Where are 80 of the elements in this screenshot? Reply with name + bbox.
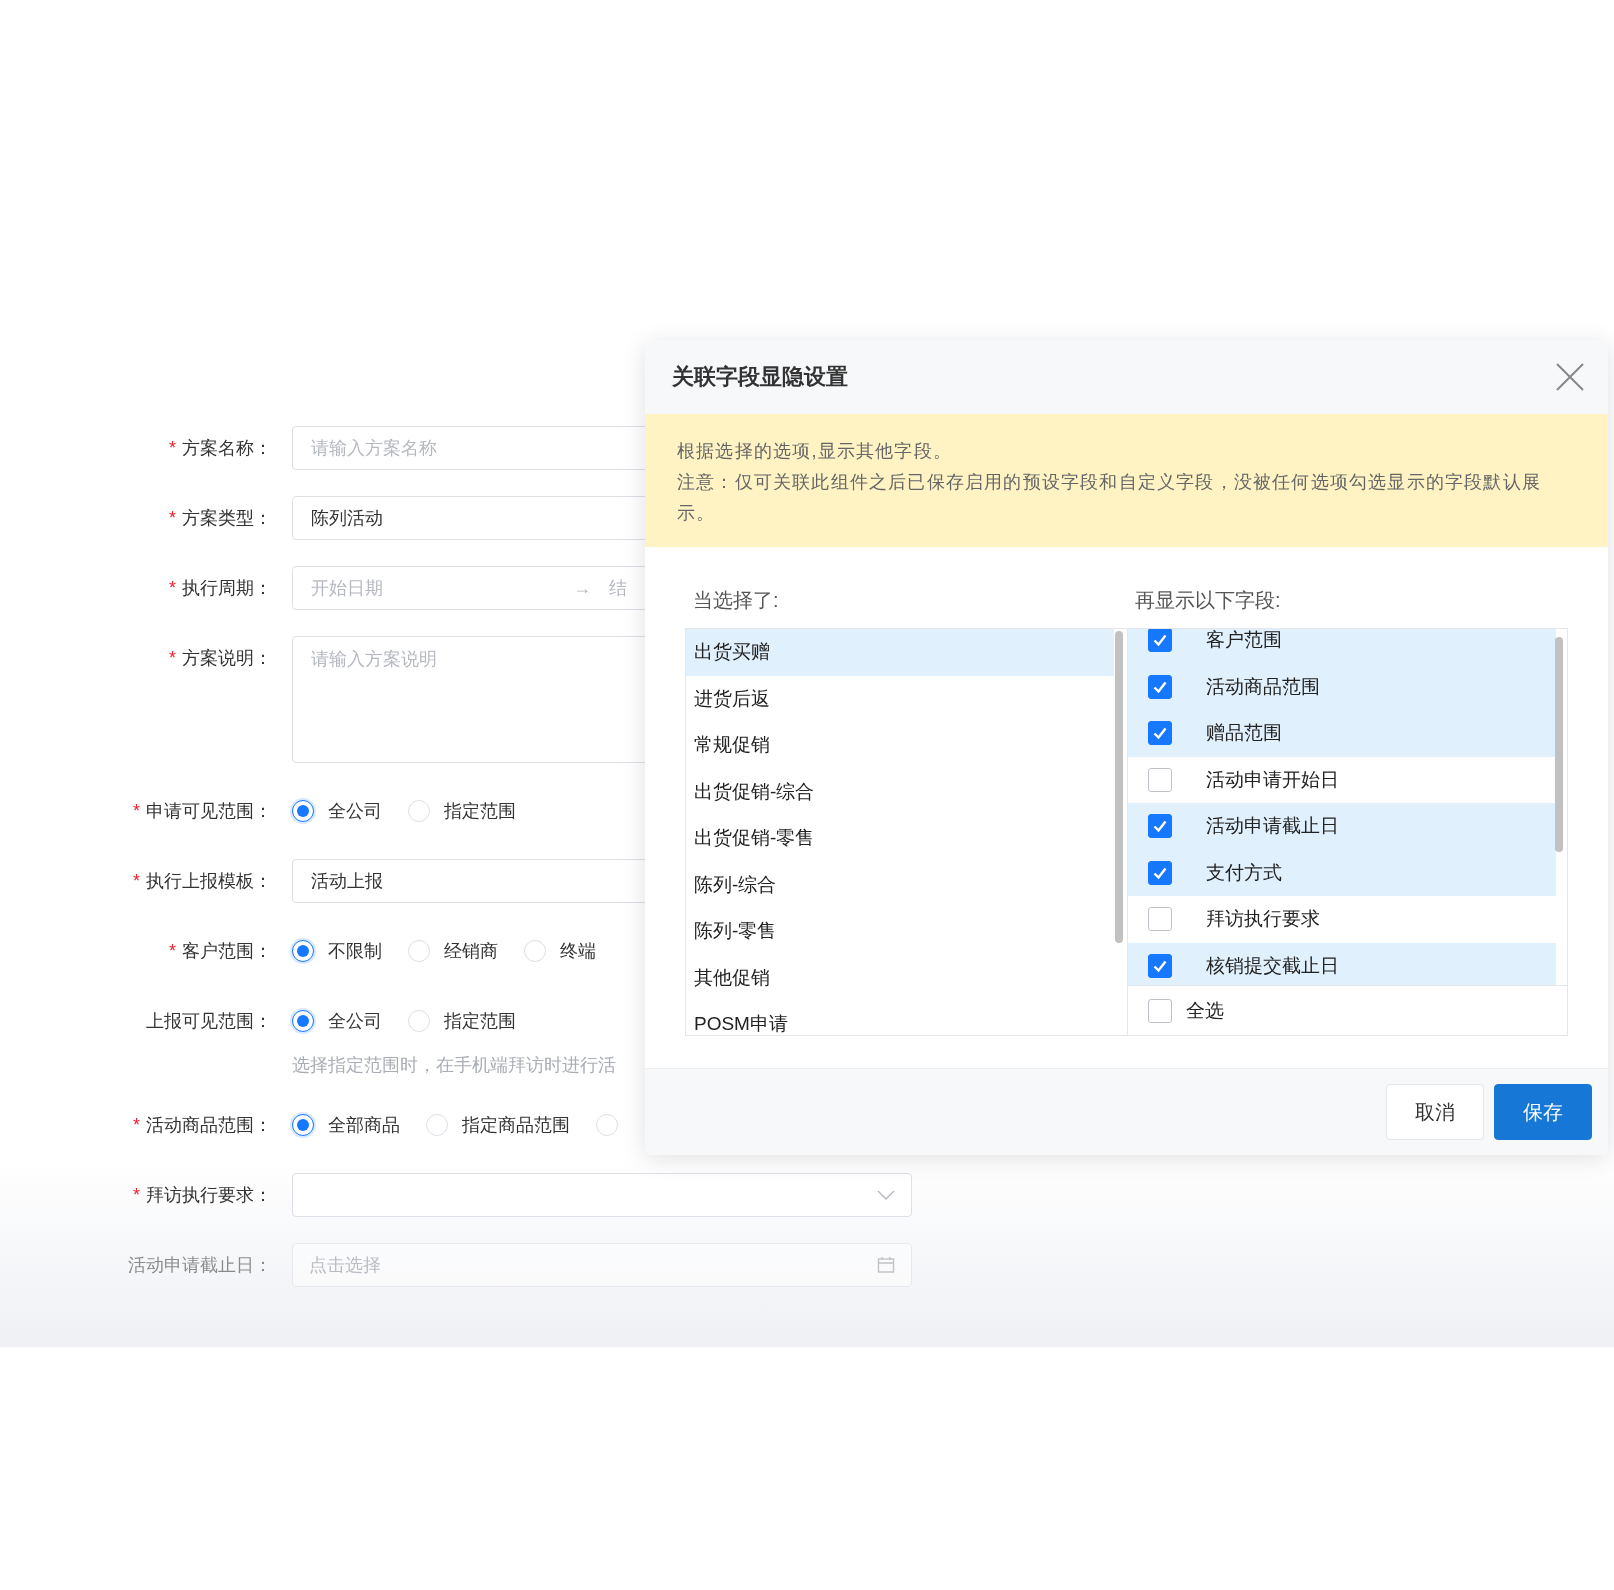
radio-label: 经销商 bbox=[444, 940, 498, 963]
field-row[interactable]: 赠品范围 bbox=[1128, 710, 1556, 757]
required-mark: * bbox=[133, 1114, 140, 1137]
dialog-title: 关联字段显隐设置 bbox=[672, 363, 848, 392]
checkbox[interactable] bbox=[1148, 953, 1172, 978]
checkbox[interactable] bbox=[1148, 767, 1172, 792]
field-row[interactable]: 活动申请截止日 bbox=[1128, 803, 1556, 850]
field-label: * 活动商品范围： bbox=[133, 1103, 272, 1147]
radio-option[interactable]: 指定商品范围 bbox=[426, 1113, 570, 1137]
required-mark: * bbox=[169, 437, 176, 460]
scrollbar-thumb[interactable] bbox=[1115, 631, 1123, 944]
required-mark: * bbox=[169, 507, 176, 530]
field-row-label: 赠品范围 bbox=[1206, 721, 1282, 746]
field-label: * 方案名称： bbox=[169, 426, 272, 470]
radio-option[interactable]: 指定范围 bbox=[408, 799, 516, 823]
field-label: 上报可见范围： bbox=[146, 1010, 272, 1033]
radio-label: 全公司 bbox=[328, 1010, 382, 1033]
radio-option[interactable]: 终端 bbox=[524, 939, 596, 963]
checkbox[interactable] bbox=[1148, 674, 1172, 699]
chevron-down-icon bbox=[877, 1190, 895, 1200]
field-label: * 拜访执行要求： bbox=[133, 1173, 272, 1217]
radio-label: 全部商品 bbox=[328, 1114, 400, 1137]
option-item[interactable]: 出货买赠 bbox=[686, 629, 1114, 676]
field-label: * 方案说明： bbox=[169, 636, 272, 680]
field-row-label: 客户范围 bbox=[1206, 629, 1282, 653]
checkmark-icon bbox=[1152, 818, 1168, 835]
radio-icon[interactable] bbox=[292, 940, 314, 962]
checkbox[interactable] bbox=[1148, 998, 1172, 1023]
radio-icon[interactable] bbox=[292, 800, 314, 822]
field-label: * 执行周期： bbox=[169, 566, 272, 610]
field-label: * 申请可见范围： bbox=[133, 789, 272, 833]
radio-option[interactable]: 全部商品 bbox=[292, 1113, 400, 1137]
radio-label: 全公司 bbox=[328, 800, 382, 823]
field-row-label: 活动申请开始日 bbox=[1206, 767, 1339, 792]
scrollbar-thumb[interactable] bbox=[1555, 637, 1563, 853]
radio-label: 指定范围 bbox=[444, 1010, 516, 1033]
field-row-label: 活动商品范围 bbox=[1206, 674, 1320, 699]
radio-option[interactable]: 经销商 bbox=[408, 939, 498, 963]
radio-option[interactable]: 不限制 bbox=[292, 939, 382, 963]
required-mark: * bbox=[169, 577, 176, 600]
hint-text: 选择指定范围时，在手机端拜访时进行活 bbox=[292, 1054, 617, 1077]
radio-option[interactable]: 全公司 bbox=[292, 1009, 382, 1033]
required-mark: * bbox=[169, 940, 176, 963]
checkbox[interactable] bbox=[1148, 860, 1172, 885]
radio-label: 终端 bbox=[560, 940, 596, 963]
radio-option[interactable]: 指定范围 bbox=[408, 1009, 516, 1033]
field-row[interactable]: 活动商品范围 bbox=[1128, 663, 1556, 711]
field-row-label: 拜访执行要求 bbox=[1206, 907, 1320, 932]
checkbox[interactable] bbox=[1148, 629, 1172, 653]
checkbox[interactable] bbox=[1148, 721, 1172, 746]
list-heading: 再显示以下字段: bbox=[1135, 588, 1282, 614]
cancel-button[interactable]: 取消 bbox=[1386, 1084, 1484, 1141]
checkmark-icon bbox=[1152, 725, 1168, 742]
field-row[interactable]: 客户范围 bbox=[1128, 629, 1556, 664]
field-row-label: 核销提交截止日 bbox=[1206, 953, 1339, 978]
save-button[interactable]: 保存 bbox=[1494, 1084, 1592, 1141]
field-row-label: 支付方式 bbox=[1206, 860, 1282, 885]
required-mark: * bbox=[169, 647, 176, 670]
checkmark-icon bbox=[1152, 632, 1168, 649]
calendar-icon bbox=[877, 1256, 895, 1274]
select-all-label: 全选 bbox=[1186, 998, 1224, 1023]
field-row-label: 活动申请截止日 bbox=[1206, 814, 1339, 839]
required-mark: * bbox=[133, 1184, 140, 1207]
field-label: * 执行上报模板： bbox=[133, 859, 272, 903]
required-mark: * bbox=[133, 870, 140, 893]
select-field[interactable] bbox=[292, 1173, 912, 1217]
radio-label: 指定商品范围 bbox=[462, 1114, 570, 1137]
field-label: 活动申请截止日： bbox=[128, 1254, 272, 1277]
field-label: * 方案类型： bbox=[169, 496, 272, 540]
required-mark: * bbox=[133, 800, 140, 823]
field-row[interactable]: 核销提交截止日 bbox=[1128, 942, 1556, 986]
radio-label: 指定范围 bbox=[444, 800, 516, 823]
radio-icon[interactable] bbox=[292, 1114, 314, 1136]
radio-option[interactable]: 全公司 bbox=[292, 799, 382, 823]
radio-label: 不限制 bbox=[328, 940, 382, 963]
field-label: * 客户范围： bbox=[169, 929, 272, 973]
radio-icon[interactable] bbox=[292, 1010, 314, 1032]
checkbox[interactable] bbox=[1148, 814, 1172, 839]
checkbox[interactable] bbox=[1148, 907, 1172, 932]
field-row[interactable]: 支付方式 bbox=[1128, 849, 1556, 897]
